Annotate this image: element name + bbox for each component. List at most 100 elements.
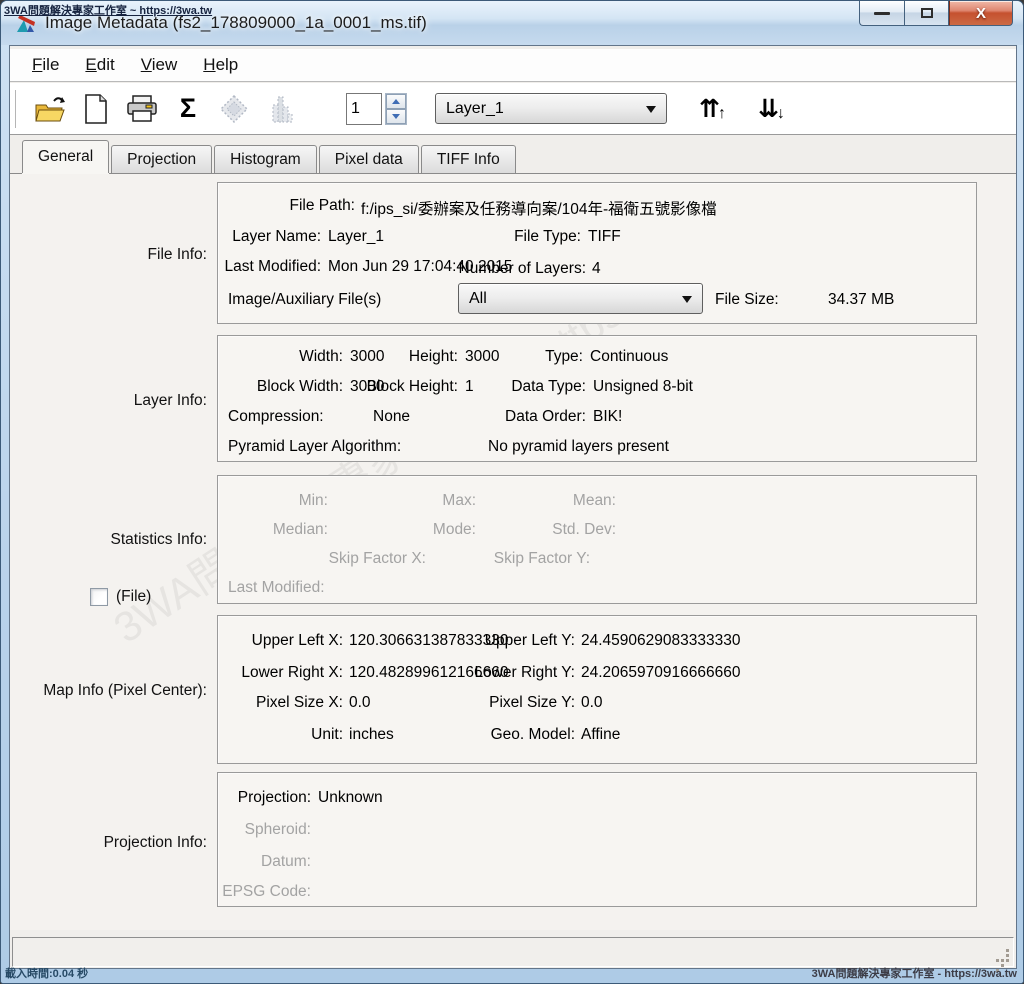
open-folder-icon (34, 95, 66, 123)
tab-histogram[interactable]: Histogram (214, 145, 317, 173)
data-type-value: Unsigned 8-bit (593, 378, 693, 396)
layer-up-icon: ⇈ (699, 96, 720, 122)
compression-label: Compression: (228, 408, 324, 426)
toolbar-grip[interactable] (13, 90, 16, 128)
height-label: Height: (353, 348, 458, 366)
file-size-label: File Size: (715, 291, 779, 309)
new-document-button[interactable] (78, 90, 114, 128)
resize-grip[interactable] (995, 948, 1009, 962)
pyramid-disabled-icon (219, 94, 249, 124)
pixel-size-x-label: Pixel Size X: (218, 694, 343, 712)
statistics-info-label: Statistics Info: (10, 531, 207, 549)
median-label: Median: (218, 521, 328, 539)
spinner-up-button[interactable] (386, 94, 406, 109)
std-dev-label: Std. Dev: (508, 521, 616, 539)
pyramid-layers-button[interactable] (216, 90, 252, 128)
print-button[interactable] (124, 90, 160, 128)
upper-left-y-value: 24.4590629083333330 (581, 632, 740, 650)
pixel-size-x-value: 0.0 (349, 694, 371, 712)
geo-model-value: Affine (581, 726, 620, 744)
spinner-buttons (385, 93, 407, 125)
pixel-size-y-label: Pixel Size Y: (418, 694, 575, 712)
projection-info-label: Projection Info: (10, 834, 207, 852)
maximize-icon (921, 8, 933, 18)
watermark-top-left: 3WA問題解決專家工作室 ~ https://3wa.tw (4, 2, 212, 18)
pyramid-label: Pyramid Layer Algorithm: (228, 438, 401, 456)
window-controls: X (859, 1, 1013, 26)
minimize-icon (874, 12, 890, 15)
layer-number-input[interactable] (346, 93, 382, 125)
file-statistics-checkbox[interactable] (90, 588, 108, 606)
open-file-button[interactable] (32, 90, 68, 128)
file-info-box: File Path: f:/ips_si/委辦案及任務導向案/104年-福衛五號… (217, 182, 977, 324)
map-info-label: Map Info (Pixel Center): (10, 682, 207, 700)
close-button[interactable]: X (949, 1, 1013, 26)
spheroid-label: Spheroid: (218, 821, 311, 839)
spinner-down-icon (392, 114, 400, 119)
maximize-button[interactable] (904, 1, 949, 26)
data-order-label: Data Order: (473, 408, 586, 426)
block-width-label: Block Width: (218, 378, 343, 396)
file-size-value: 34.37 MB (828, 291, 894, 309)
file-type-value: TIFF (588, 228, 621, 246)
number-of-layers-value: 4 (592, 260, 601, 278)
menu-file[interactable]: File (22, 52, 69, 78)
number-of-layers-label: Number of Layers: (418, 260, 586, 278)
menu-edit[interactable]: Edit (75, 52, 124, 78)
watermark-bottom-left: 載入時間:0.04 秒 (5, 965, 88, 981)
pixel-size-y-value: 0.0 (581, 694, 603, 712)
statistics-button[interactable]: Σ (170, 90, 206, 128)
spinner-down-button[interactable] (386, 109, 406, 124)
lower-right-y-label: Lower Right Y: (418, 664, 575, 682)
menu-help[interactable]: Help (193, 52, 248, 78)
dropdown-arrow-icon (682, 296, 692, 303)
aux-files-select[interactable]: All (458, 283, 703, 314)
file-type-label: File Type: (418, 228, 581, 246)
geo-model-label: Geo. Model: (418, 726, 575, 744)
layer-select[interactable]: Layer_1 (435, 93, 667, 124)
data-type-label: Data Type: (473, 378, 586, 396)
unit-label: Unit: (218, 726, 343, 744)
layer-select-value: Layer_1 (446, 100, 504, 118)
pyramid-value: No pyramid layers present (488, 438, 669, 456)
block-height-label: Block Height: (353, 378, 458, 396)
epsg-code-label: EPSG Code: (218, 883, 311, 901)
last-modified-label: Last Modified: (218, 258, 321, 276)
tab-general[interactable]: General (22, 140, 109, 173)
minimize-button[interactable] (859, 1, 904, 26)
upper-left-y-label: Upper Left Y: (418, 632, 575, 650)
layer-down-button[interactable]: ⇊ ↓ (758, 96, 785, 122)
layer-name-value: Layer_1 (328, 228, 384, 246)
tab-pixel-data[interactable]: Pixel data (319, 145, 419, 173)
stats-last-modified-label: Last Modified: (228, 579, 325, 597)
min-label: Min: (218, 492, 328, 510)
lower-right-y-value: 24.2065970916666660 (581, 664, 740, 682)
layer-down-small-icon: ↓ (777, 106, 785, 122)
max-label: Max: (368, 492, 476, 510)
lower-right-x-label: Lower Right X: (218, 664, 343, 682)
spinner-up-icon (392, 99, 400, 104)
aux-files-select-value: All (469, 290, 487, 308)
new-document-icon (84, 94, 108, 124)
file-path-label: File Path: (218, 197, 355, 215)
toolbar: Σ (10, 83, 1016, 135)
tab-projection[interactable]: Projection (111, 145, 212, 173)
type-value: Continuous (590, 348, 668, 366)
file-info-label: File Info: (10, 246, 207, 264)
statistics-info-box: Min: Max: Mean: Median: Mode: Std. Dev: … (217, 475, 977, 604)
layer-up-button[interactable]: ⇈ ↑ (699, 96, 726, 122)
histogram-button[interactable] (262, 90, 298, 128)
client-area: File Edit View Help (9, 45, 1017, 969)
close-icon: X (976, 5, 986, 22)
projection-label: Projection: (218, 789, 311, 807)
dropdown-arrow-icon (646, 106, 656, 113)
menu-view[interactable]: View (131, 52, 188, 78)
printer-icon (127, 95, 157, 123)
type-label: Type: (473, 348, 583, 366)
file-path-value: f:/ips_si/委辦案及任務導向案/104年-福衛五號影像檔 (361, 197, 961, 219)
upper-left-x-label: Upper Left X: (218, 632, 343, 650)
projection-value: Unknown (318, 789, 383, 807)
compression-value: None (373, 408, 410, 426)
layer-info-label: Layer Info: (10, 392, 207, 410)
tab-tiff-info[interactable]: TIFF Info (421, 145, 516, 173)
